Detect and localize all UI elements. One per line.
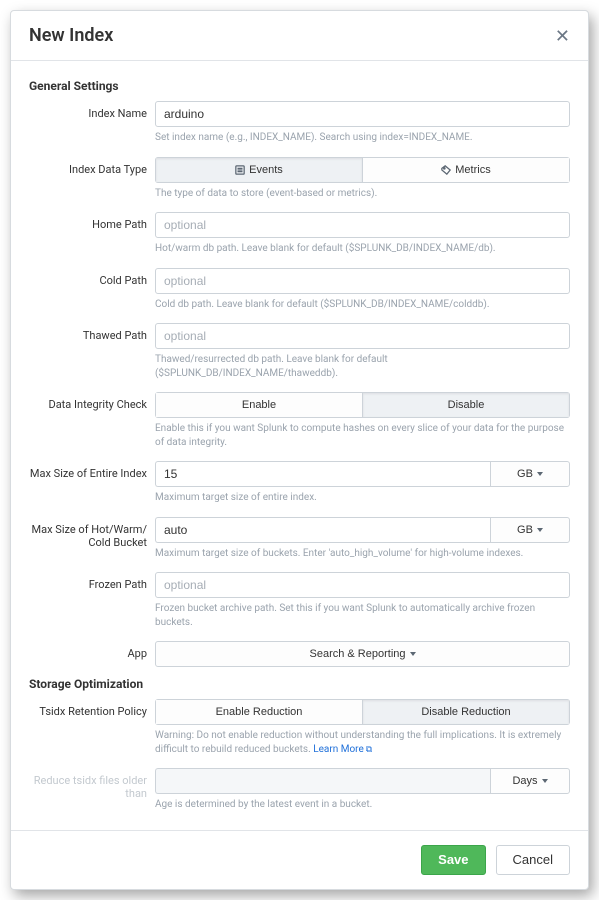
tag-icon (441, 165, 451, 175)
section-general: General Settings (29, 79, 570, 93)
metrics-label: Metrics (455, 164, 490, 176)
row-data-type: Index Data Type Events Metrics The type … (29, 157, 570, 209)
label-tsidx: Tsidx Retention Policy (29, 699, 147, 718)
label-reduce-l2: than (29, 787, 147, 800)
label-thawed-path: Thawed Path (29, 323, 147, 342)
row-max-bucket: Max Size of Hot/Warm/ Cold Bucket GB Max… (29, 517, 570, 569)
row-cold-path: Cold Path Cold db path. Leave blank for … (29, 268, 570, 320)
modal-title: New Index (29, 25, 113, 46)
help-cold-path: Cold db path. Leave blank for default ($… (155, 298, 570, 312)
label-cold-path: Cold Path (29, 268, 147, 287)
learn-more-label: Learn More (313, 744, 364, 755)
label-max-bucket-l1: Max Size of Hot/Warm/ (29, 523, 147, 536)
app-selected-label: Search & Reporting (310, 648, 406, 660)
label-data-type: Index Data Type (29, 157, 147, 176)
label-integrity: Data Integrity Check (29, 392, 147, 411)
data-type-segment: Events Metrics (155, 157, 570, 183)
row-integrity: Data Integrity Check Enable Disable Enab… (29, 392, 570, 457)
row-app: App Search & Reporting (29, 641, 570, 667)
modal-header: New Index ✕ (11, 11, 588, 61)
section-storage: Storage Optimization (29, 677, 570, 691)
row-tsidx: Tsidx Retention Policy Enable Reduction … (29, 699, 570, 764)
learn-more-link[interactable]: Learn More⧉ (313, 744, 372, 755)
label-max-bucket: Max Size of Hot/Warm/ Cold Bucket (29, 517, 147, 549)
tsidx-enable-button[interactable]: Enable Reduction (155, 699, 363, 725)
row-home-path: Home Path Hot/warm db path. Leave blank … (29, 212, 570, 264)
data-type-events-button[interactable]: Events (155, 157, 363, 183)
row-index-name: Index Name Set index name (e.g., INDEX_N… (29, 101, 570, 153)
max-index-input[interactable] (155, 461, 490, 487)
tsidx-segment: Enable Reduction Disable Reduction (155, 699, 570, 725)
unit-label: GB (517, 468, 533, 480)
help-frozen-path: Frozen bucket archive path. Set this if … (155, 602, 570, 629)
data-type-metrics-button[interactable]: Metrics (363, 157, 570, 183)
frozen-path-input[interactable] (155, 572, 570, 598)
list-icon (235, 165, 245, 175)
app-dropdown[interactable]: Search & Reporting (155, 641, 570, 667)
help-max-index: Maximum target size of entire index. (155, 491, 570, 505)
new-index-modal: New Index ✕ General Settings Index Name … (10, 10, 589, 890)
home-path-input[interactable] (155, 212, 570, 238)
label-home-path: Home Path (29, 212, 147, 231)
label-max-bucket-l2: Cold Bucket (29, 536, 147, 549)
chevron-down-icon (410, 652, 416, 656)
help-home-path: Hot/warm db path. Leave blank for defaul… (155, 242, 570, 256)
chevron-down-icon (542, 779, 548, 783)
help-thawed-path: Thawed/resurrected db path. Leave blank … (155, 353, 570, 380)
integrity-disable-button[interactable]: Disable (363, 392, 570, 418)
help-max-bucket: Maximum target size of buckets. Enter 'a… (155, 547, 570, 561)
max-bucket-input[interactable] (155, 517, 490, 543)
max-index-unit-dropdown[interactable]: GB (490, 461, 570, 487)
help-tsidx: Warning: Do not enable reduction without… (155, 729, 570, 756)
tsidx-disable-button[interactable]: Disable Reduction (363, 699, 570, 725)
label-reduce-l1: Reduce tsidx files older (29, 774, 147, 787)
modal-body: General Settings Index Name Set index na… (11, 61, 588, 830)
label-app: App (29, 641, 147, 660)
events-label: Events (249, 164, 283, 176)
label-frozen-path: Frozen Path (29, 572, 147, 591)
integrity-disable-label: Disable (448, 399, 485, 411)
integrity-enable-button[interactable]: Enable (155, 392, 363, 418)
integrity-segment: Enable Disable (155, 392, 570, 418)
unit-label: GB (517, 524, 533, 536)
chevron-down-icon (537, 528, 543, 532)
tsidx-disable-label: Disable Reduction (421, 706, 510, 718)
cancel-button[interactable]: Cancel (496, 845, 570, 875)
chevron-down-icon (537, 472, 543, 476)
help-integrity: Enable this if you want Splunk to comput… (155, 422, 570, 449)
reduce-age-unit-dropdown[interactable]: Days (490, 768, 570, 794)
row-max-index: Max Size of Entire Index GB Maximum targ… (29, 461, 570, 513)
label-index-name: Index Name (29, 101, 147, 120)
modal-footer: Save Cancel (11, 830, 588, 889)
external-link-icon: ⧉ (366, 744, 372, 756)
reduce-age-input (155, 768, 490, 794)
index-name-input[interactable] (155, 101, 570, 127)
thawed-path-input[interactable] (155, 323, 570, 349)
unit-label: Days (512, 775, 537, 787)
help-index-name: Set index name (e.g., INDEX_NAME). Searc… (155, 131, 570, 145)
cold-path-input[interactable] (155, 268, 570, 294)
row-frozen-path: Frozen Path Frozen bucket archive path. … (29, 572, 570, 637)
close-icon[interactable]: ✕ (555, 27, 570, 45)
row-thawed-path: Thawed Path Thawed/resurrected db path. … (29, 323, 570, 388)
integrity-enable-label: Enable (242, 399, 276, 411)
help-reduce-age: Age is determined by the latest event in… (155, 798, 570, 812)
save-button[interactable]: Save (421, 845, 485, 875)
label-reduce-age: Reduce tsidx files older than (29, 768, 147, 800)
help-data-type: The type of data to store (event-based o… (155, 187, 570, 201)
row-reduce-age: Reduce tsidx files older than Days Age i… (29, 768, 570, 820)
label-max-index: Max Size of Entire Index (29, 461, 147, 480)
tsidx-enable-label: Enable Reduction (216, 706, 303, 718)
max-bucket-unit-dropdown[interactable]: GB (490, 517, 570, 543)
